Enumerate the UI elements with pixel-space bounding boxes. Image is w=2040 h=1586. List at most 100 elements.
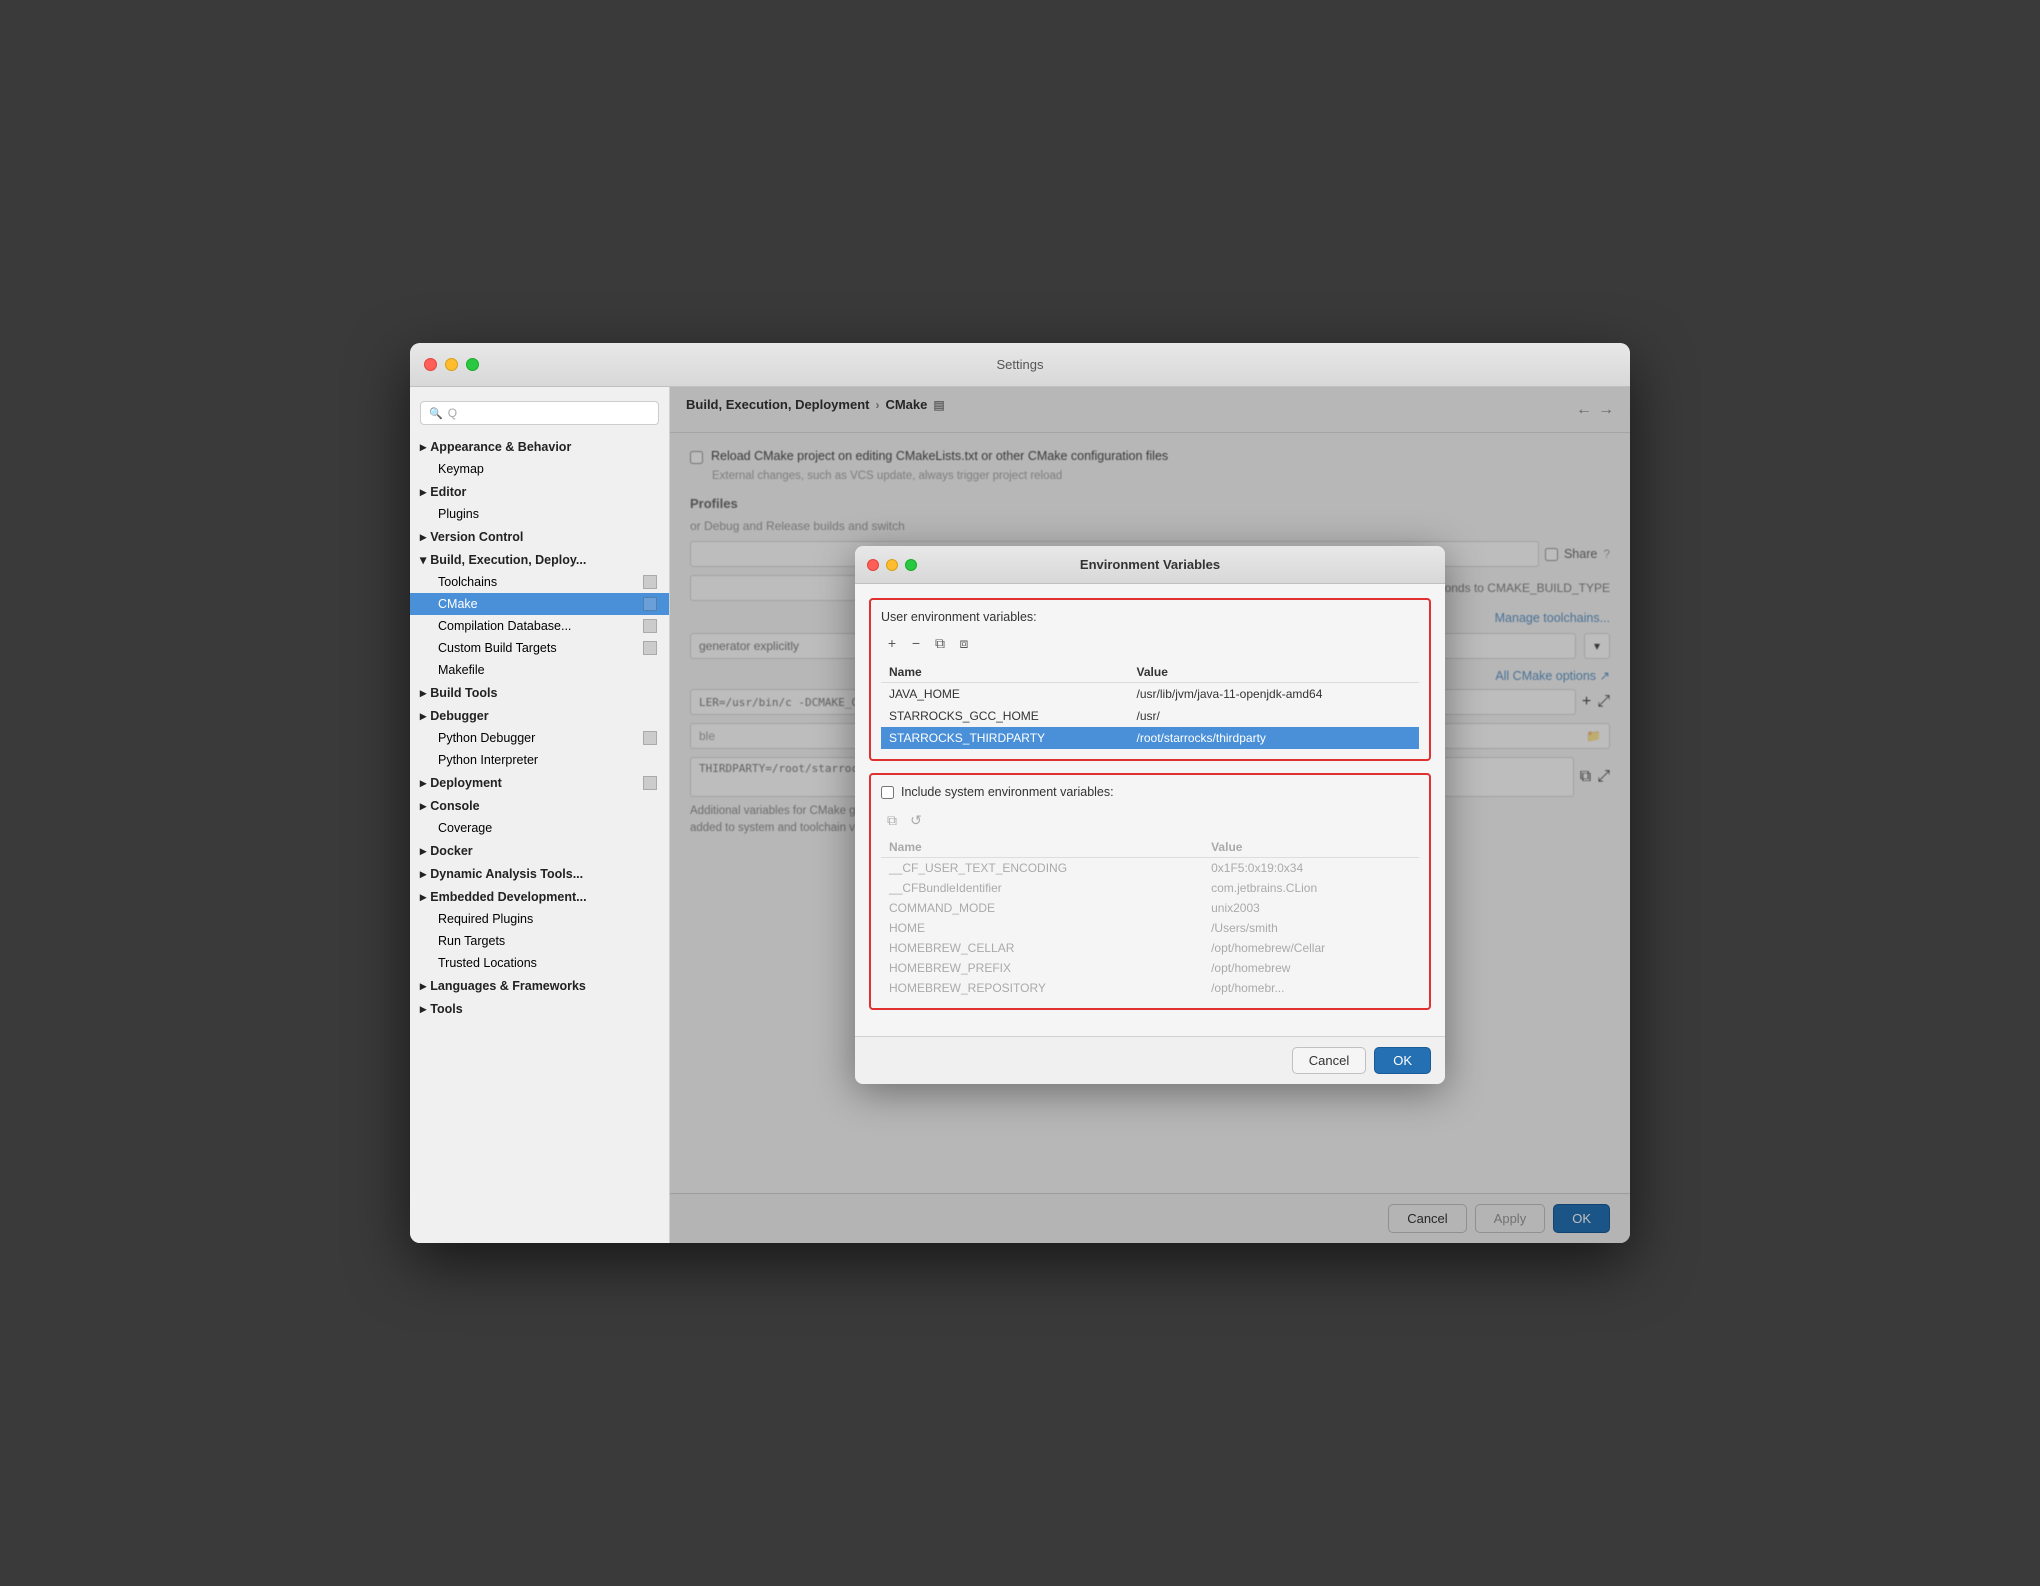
sidebar-item-plugins[interactable]: Plugins xyxy=(410,503,669,525)
dialog-cancel-button[interactable]: Cancel xyxy=(1292,1047,1366,1074)
env-value: /usr/lib/jvm/java-11-openjdk-amd64 xyxy=(1129,683,1419,706)
include-system-label: Include system environment variables: xyxy=(901,785,1114,799)
right-panel: Build, Execution, Deployment › CMake ▤ ←… xyxy=(670,387,1630,1243)
copy-env-button[interactable]: ⧉ xyxy=(929,632,951,654)
sidebar-item-tools[interactable]: ▸ Tools xyxy=(410,997,669,1020)
user-env-table: Name Value JAVA_HOME /usr/lib/jvm/java-1… xyxy=(881,662,1419,749)
sidebar-item-label: Keymap xyxy=(438,462,484,476)
sidebar-item-build-tools[interactable]: ▸ Build Tools xyxy=(410,681,669,704)
sidebar-item-embedded-dev[interactable]: ▸ Embedded Development... xyxy=(410,885,669,908)
sidebar-item-python-debugger[interactable]: Python Debugger xyxy=(410,727,669,749)
dialog-window-buttons xyxy=(867,559,917,571)
sys-env-value: unix2003 xyxy=(1203,898,1419,918)
sys-env-name: HOMEBREW_CELLAR xyxy=(881,938,1203,958)
sidebar-item-label: Plugins xyxy=(438,507,479,521)
sys-undo-button[interactable]: ↺ xyxy=(905,809,927,831)
sidebar-item-debugger[interactable]: ▸ Debugger xyxy=(410,704,669,727)
sidebar-item-deployment[interactable]: ▸ Deployment xyxy=(410,771,669,794)
arrow-icon: ▸ xyxy=(420,1001,426,1016)
minimize-button[interactable] xyxy=(445,358,458,371)
remove-env-button[interactable]: − xyxy=(905,632,927,654)
panel-icon xyxy=(643,641,657,655)
sidebar-item-build-exec[interactable]: ▾ Build, Execution, Deploy... xyxy=(410,548,669,571)
dialog-ok-button[interactable]: OK xyxy=(1374,1047,1431,1074)
maximize-button[interactable] xyxy=(466,358,479,371)
env-name: JAVA_HOME xyxy=(881,683,1129,706)
sidebar-item-label: Toolchains xyxy=(438,575,497,589)
sidebar-item-editor[interactable]: ▸ Editor xyxy=(410,480,669,503)
sidebar-item-label: Makefile xyxy=(438,663,485,677)
env-row-starrocks-gcc[interactable]: STARROCKS_GCC_HOME /usr/ xyxy=(881,705,1419,727)
sidebar-item-toolchains[interactable]: Toolchains xyxy=(410,571,669,593)
sys-copy-button[interactable]: ⧉ xyxy=(881,809,903,831)
sidebar-item-coverage[interactable]: Coverage xyxy=(410,817,669,839)
sys-env-name: __CF_USER_TEXT_ENCODING xyxy=(881,858,1203,879)
dialog-body: User environment variables: + − ⧉ ⧈ xyxy=(855,584,1445,1036)
panel-icon xyxy=(643,776,657,790)
dialog-max-button[interactable] xyxy=(905,559,917,571)
name-column-header: Name xyxy=(881,662,1129,683)
value-column-header: Value xyxy=(1129,662,1419,683)
sidebar-item-label: CMake xyxy=(438,597,478,611)
sidebar-item-docker[interactable]: ▸ Docker xyxy=(410,839,669,862)
search-icon: 🔍 xyxy=(429,407,443,420)
sys-env-value: /opt/homebrew/Cellar xyxy=(1203,938,1419,958)
sidebar-item-run-targets[interactable]: Run Targets xyxy=(410,930,669,952)
arrow-icon: ▸ xyxy=(420,484,426,499)
sidebar-item-required-plugins[interactable]: Required Plugins xyxy=(410,908,669,930)
env-name: STARROCKS_THIRDPARTY xyxy=(881,727,1129,749)
titlebar: Settings xyxy=(410,343,1630,387)
system-env-table-area: ⧉ ↺ Name Value xyxy=(881,809,1419,998)
search-box[interactable]: 🔍 Q xyxy=(420,401,659,425)
sidebar-item-python-interpreter[interactable]: Python Interpreter xyxy=(410,749,669,771)
sidebar-item-trusted-locations[interactable]: Trusted Locations xyxy=(410,952,669,974)
sidebar-item-cmake[interactable]: CMake xyxy=(410,593,669,615)
paste-env-button[interactable]: ⧈ xyxy=(953,632,975,654)
include-system-checkbox[interactable] xyxy=(881,786,894,799)
panel-icon xyxy=(643,575,657,589)
panel-icon xyxy=(643,597,657,611)
dialog-close-button[interactable] xyxy=(867,559,879,571)
arrow-icon: ▸ xyxy=(420,439,426,454)
sys-env-value: /opt/homebr... xyxy=(1203,978,1419,998)
sys-value-header: Value xyxy=(1203,837,1419,858)
dialog-min-button[interactable] xyxy=(886,559,898,571)
sys-env-value: 0x1F5:0x19:0x34 xyxy=(1203,858,1419,879)
env-name: STARROCKS_GCC_HOME xyxy=(881,705,1129,727)
include-system-row: Include system environment variables: xyxy=(881,785,1419,799)
add-env-button[interactable]: + xyxy=(881,632,903,654)
search-placeholder: Q xyxy=(448,406,457,420)
sidebar-item-compilation-db[interactable]: Compilation Database... xyxy=(410,615,669,637)
sidebar-item-label: Compilation Database... xyxy=(438,619,571,633)
sidebar-item-languages-frameworks[interactable]: ▸ Languages & Frameworks xyxy=(410,974,669,997)
sidebar-item-makefile[interactable]: Makefile xyxy=(410,659,669,681)
sidebar-item-version-control[interactable]: ▸ Version Control xyxy=(410,525,669,548)
sidebar-item-label: Dynamic Analysis Tools... xyxy=(430,867,583,881)
sidebar-item-label: Deployment xyxy=(430,776,502,790)
sidebar-item-label: Languages & Frameworks xyxy=(430,979,586,993)
arrow-icon: ▸ xyxy=(420,708,426,723)
sidebar-item-label: Editor xyxy=(430,485,466,499)
sidebar-item-appearance[interactable]: ▸ Appearance & Behavior xyxy=(410,435,669,458)
sidebar-item-custom-build-targets[interactable]: Custom Build Targets xyxy=(410,637,669,659)
sidebar-item-label: Embedded Development... xyxy=(430,890,586,904)
sys-env-row: HOMEBREW_REPOSITORY /opt/homebr... xyxy=(881,978,1419,998)
env-row-java-home[interactable]: JAVA_HOME /usr/lib/jvm/java-11-openjdk-a… xyxy=(881,683,1419,706)
sidebar-item-label: Tools xyxy=(430,1002,462,1016)
sidebar-item-label: Build, Execution, Deploy... xyxy=(430,553,586,567)
sidebar-item-keymap[interactable]: Keymap xyxy=(410,458,669,480)
sidebar-item-dynamic-analysis[interactable]: ▸ Dynamic Analysis Tools... xyxy=(410,862,669,885)
sidebar-item-label: Docker xyxy=(430,844,472,858)
sys-env-row: HOMEBREW_CELLAR /opt/homebrew/Cellar xyxy=(881,938,1419,958)
env-row-starrocks-thirdparty[interactable]: STARROCKS_THIRDPARTY /root/starrocks/thi… xyxy=(881,727,1419,749)
sidebar-item-label: Run Targets xyxy=(438,934,505,948)
settings-window: Settings 🔍 Q ▸ Appearance & Behavior Key… xyxy=(410,343,1630,1243)
close-button[interactable] xyxy=(424,358,437,371)
arrow-icon: ▸ xyxy=(420,685,426,700)
sidebar-item-label: Appearance & Behavior xyxy=(430,440,571,454)
sidebar-item-label: Python Interpreter xyxy=(438,753,538,767)
sidebar-item-console[interactable]: ▸ Console xyxy=(410,794,669,817)
arrow-icon: ▸ xyxy=(420,866,426,881)
sys-env-row: HOME /Users/smith xyxy=(881,918,1419,938)
arrow-icon: ▸ xyxy=(420,889,426,904)
